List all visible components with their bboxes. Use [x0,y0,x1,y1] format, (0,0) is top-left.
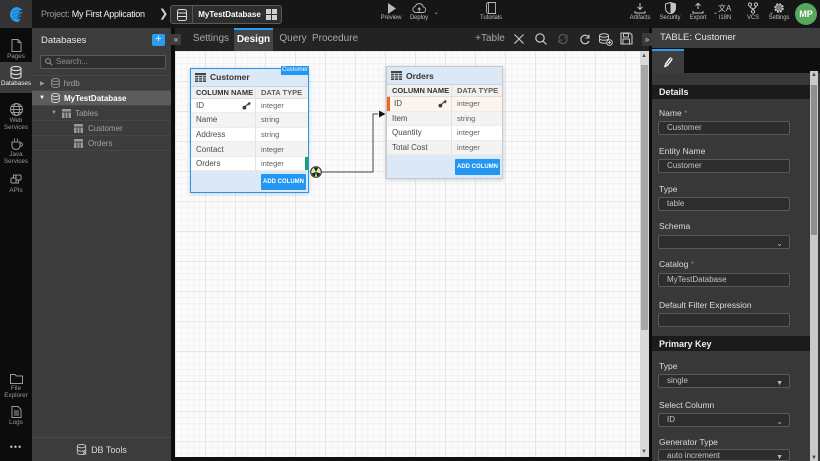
svg-text:文A: 文A [718,3,732,13]
